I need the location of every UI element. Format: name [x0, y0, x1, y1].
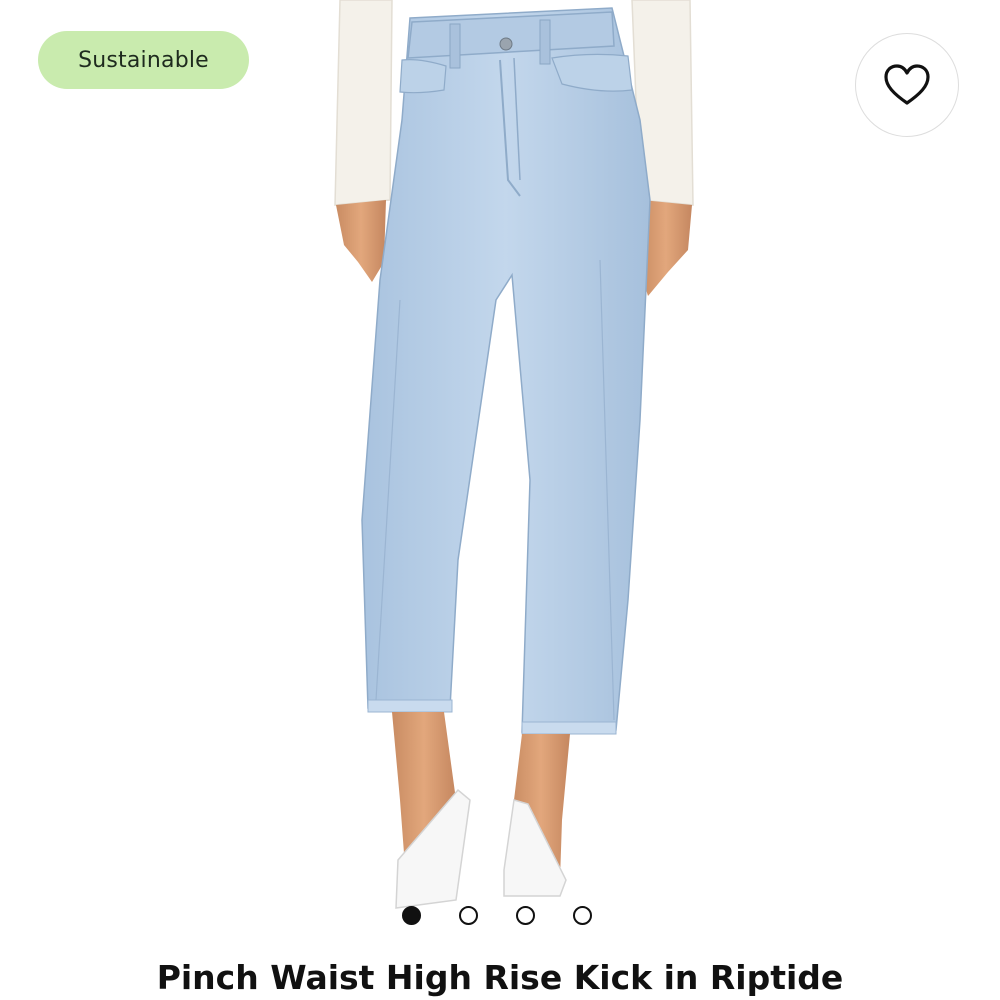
carousel-dot[interactable]: [402, 906, 421, 925]
product-image[interactable]: [0, 0, 1000, 940]
sustainable-badge: Sustainable: [38, 31, 249, 89]
carousel-dot[interactable]: [573, 906, 592, 925]
carousel-dot[interactable]: [516, 906, 535, 925]
favorite-button[interactable]: [855, 33, 959, 137]
carousel-indicators: [402, 906, 592, 925]
product-title: Pinch Waist High Rise Kick in Riptide: [156, 958, 844, 997]
carousel-dot[interactable]: [459, 906, 478, 925]
heart-outline-icon: [884, 64, 930, 105]
jeans-photo: [334, 0, 694, 909]
product-page: Sustainable Pinch Waist High Rise Kick i…: [0, 0, 1000, 1000]
